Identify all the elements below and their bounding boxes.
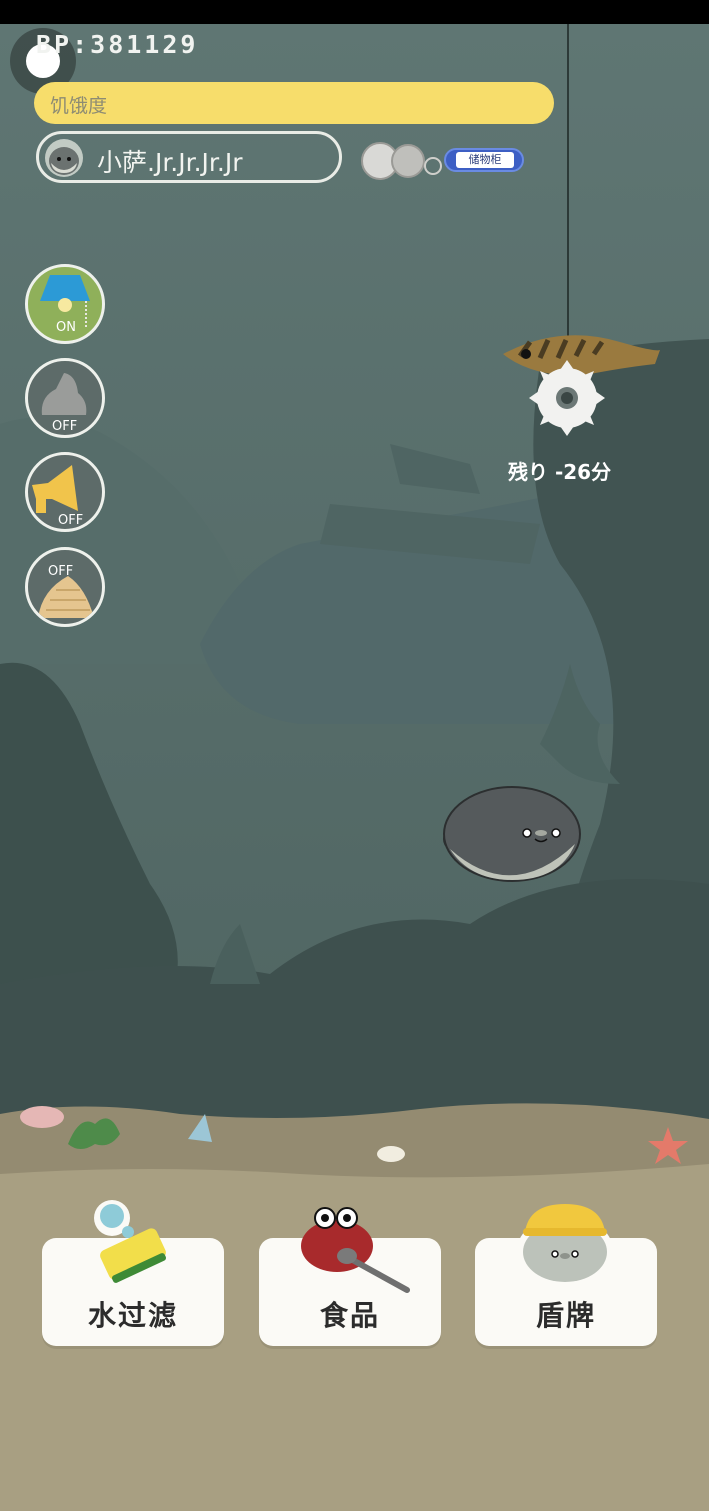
shield-label: 盾牌 [535, 1299, 596, 1332]
shell-icon [38, 576, 94, 618]
food-button[interactable]: 食品 [259, 1207, 441, 1346]
hunger-bar: 饥饿度 [34, 82, 554, 124]
pink-shell [20, 1106, 64, 1128]
food-label: 食品 [319, 1299, 380, 1332]
gear-icon[interactable] [529, 360, 605, 436]
bp-label: BP: [36, 30, 91, 59]
pet-name-box[interactable]: 小萨.Jr.Jr.Jr.Jr [36, 131, 342, 183]
shell-status: OFF [48, 564, 74, 579]
rock-toggle-button[interactable]: OFF [25, 358, 105, 438]
bait-timer: 残り -26分 [508, 460, 612, 484]
status-bar [0, 0, 709, 24]
shield-button[interactable]: 盾牌 [475, 1204, 657, 1346]
rock-status: OFF [52, 419, 78, 434]
key-icon [361, 142, 442, 180]
water-filter-button[interactable]: 水过滤 [42, 1200, 224, 1346]
small-shell [377, 1146, 405, 1162]
crab-tongs-icon [301, 1207, 410, 1293]
water-filter-label: 水过滤 [87, 1299, 178, 1332]
locker-label: 储物柜 [456, 152, 514, 168]
locker-button[interactable]: 储物柜 [358, 136, 528, 186]
bp-counter: BP:381129 [36, 30, 198, 59]
speaker-toggle-button[interactable]: OFF [25, 452, 105, 532]
hunger-label: 饥饿度 [50, 95, 108, 117]
locker-tag: 储物柜 [444, 148, 524, 172]
sponge-icon [94, 1200, 166, 1283]
seal-hat-icon [517, 1204, 613, 1284]
bp-value: 381129 [90, 30, 199, 59]
speaker-status: OFF [58, 513, 84, 528]
shell-toggle-button[interactable]: OFF [25, 547, 105, 627]
lamp-status: ON [56, 320, 76, 335]
avatar [45, 139, 83, 177]
pet-name: 小萨.Jr.Jr.Jr.Jr [97, 148, 243, 177]
seal-pet[interactable] [443, 786, 581, 882]
lamp-toggle-button[interactable]: ON [25, 264, 105, 344]
